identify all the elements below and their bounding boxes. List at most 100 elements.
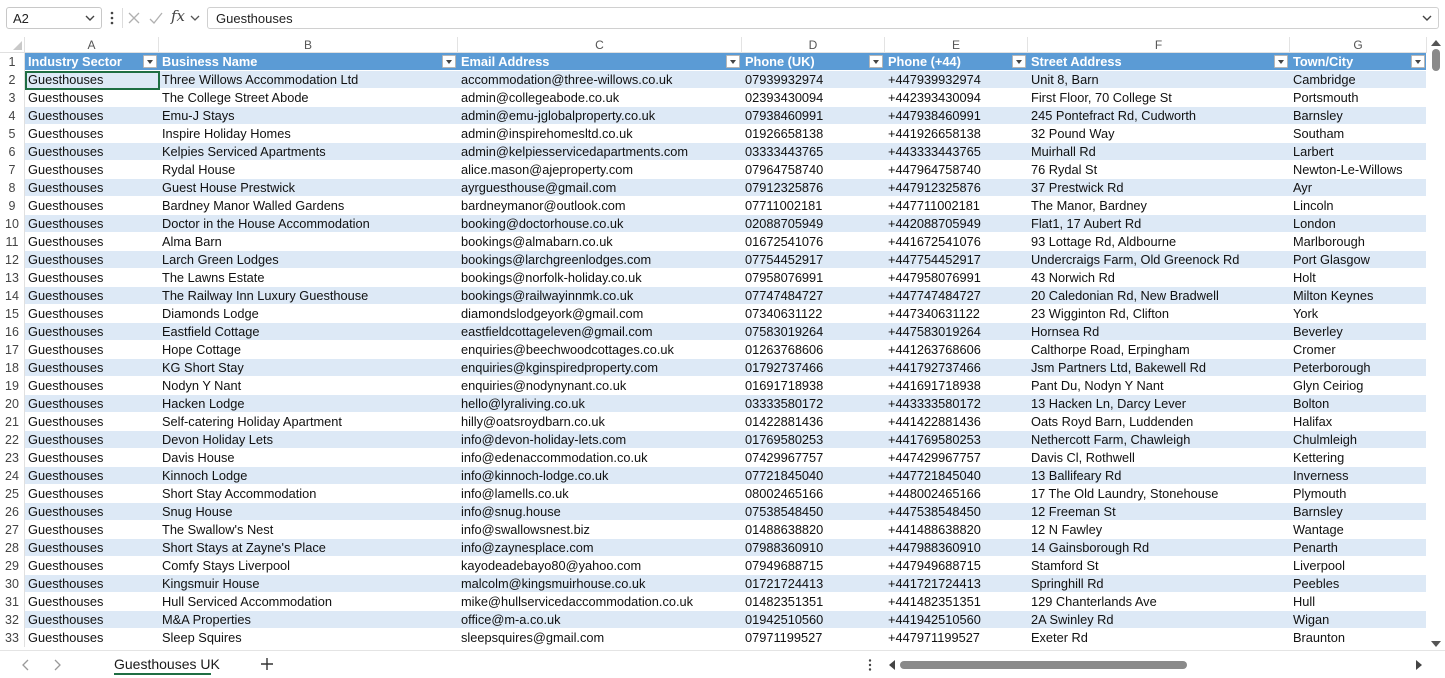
row-number[interactable]: 11 [0,233,25,251]
table-cell[interactable]: admin@kelpiesservicedapartments.com [458,143,742,161]
table-cell[interactable]: alice.mason@ajeproperty.com [458,161,742,179]
table-cell[interactable]: Short Stays at Zayne's Place [159,539,458,557]
table-cell[interactable]: The Railway Inn Luxury Guesthouse [159,287,458,305]
row-number[interactable]: 30 [0,575,25,593]
table-cell[interactable]: Peebles [1290,575,1427,593]
table-cell[interactable]: +442088705949 [885,215,1028,233]
table-cell[interactable]: M&A Properties [159,611,458,629]
table-cell[interactable]: Guesthouses [25,251,159,269]
row-number[interactable]: 13 [0,269,25,287]
table-cell[interactable]: Diamonds Lodge [159,305,458,323]
table-cell[interactable]: Springhill Rd [1028,575,1290,593]
add-sheet-icon[interactable] [259,656,275,672]
table-cell[interactable]: Nodyn Y Nant [159,377,458,395]
table-cell[interactable]: ayrguesthouse@gmail.com [458,179,742,197]
table-cell[interactable]: York [1290,305,1427,323]
table-cell[interactable]: Guesthouses [25,89,159,107]
table-cell[interactable]: Inverness [1290,467,1427,485]
table-cell[interactable]: Nethercott Farm, Chawleigh [1028,431,1290,449]
table-cell[interactable]: 20 Caledonian Rd, New Bradwell [1028,287,1290,305]
column-header-e[interactable]: E [885,37,1028,53]
table-cell[interactable]: 01488638820 [742,521,885,539]
table-cell[interactable]: 129 Chanterlands Ave [1028,593,1290,611]
table-cell[interactable]: Hope Cottage [159,341,458,359]
table-cell[interactable]: +441792737466 [885,359,1028,377]
row-number[interactable]: 2 [0,71,25,89]
column-header-b[interactable]: B [159,37,458,53]
column-title[interactable]: Business Name [159,53,458,71]
table-cell[interactable]: +443333580172 [885,395,1028,413]
table-cell[interactable]: diamondslodgeyork@gmail.com [458,305,742,323]
table-cell[interactable]: Guesthouses [25,125,159,143]
table-cell[interactable]: +447747484727 [885,287,1028,305]
table-cell[interactable]: Guesthouses [25,71,159,89]
table-cell[interactable]: 07583019264 [742,323,885,341]
table-cell[interactable]: Barnsley [1290,503,1427,521]
table-cell[interactable]: booking@doctorhouse.co.uk [458,215,742,233]
table-cell[interactable]: Kelpies Serviced Apartments [159,143,458,161]
column-title[interactable]: Industry Sector [25,53,159,71]
table-cell[interactable]: info@zaynesplace.com [458,539,742,557]
spreadsheet-grid[interactable]: ABCDEFG 1 Industry Sector Business Name Ema… [0,37,1445,650]
column-title[interactable]: Phone (+44) [885,53,1028,71]
row-number[interactable]: 20 [0,395,25,413]
row-number[interactable]: 27 [0,521,25,539]
table-cell[interactable]: Ayr [1290,179,1427,197]
filter-dropdown-icon[interactable] [442,55,456,68]
table-cell[interactable]: 01792737466 [742,359,885,377]
table-cell[interactable]: 07754452917 [742,251,885,269]
table-cell[interactable]: bookings@norfolk-holiday.co.uk [458,269,742,287]
column-title[interactable]: Street Address [1028,53,1290,71]
column-header-a[interactable]: A [25,37,159,53]
table-cell[interactable]: Chulmleigh [1290,431,1427,449]
table-cell[interactable]: Bolton [1290,395,1427,413]
table-cell[interactable]: Alma Barn [159,233,458,251]
formula-input[interactable]: Guesthouses [207,7,1439,29]
table-cell[interactable]: Doctor in the House Accommodation [159,215,458,233]
table-cell[interactable]: Wantage [1290,521,1427,539]
table-cell[interactable]: enquiries@kginspiredproperty.com [458,359,742,377]
table-cell[interactable]: info@kinnoch-lodge.co.uk [458,467,742,485]
table-cell[interactable]: Newton-Le-Willows [1290,161,1427,179]
table-cell[interactable]: +443333443765 [885,143,1028,161]
table-cell[interactable]: 14 Gainsborough Rd [1028,539,1290,557]
select-all-corner[interactable] [0,37,25,53]
table-cell[interactable]: hello@lyraliving.co.uk [458,395,742,413]
row-number[interactable]: 28 [0,539,25,557]
row-number[interactable]: 29 [0,557,25,575]
table-cell[interactable]: bookings@larchgreenlodges.com [458,251,742,269]
table-cell[interactable]: Hacken Lodge [159,395,458,413]
table-cell[interactable]: 32 Pound Way [1028,125,1290,143]
table-cell[interactable]: +441672541076 [885,233,1028,251]
row-number[interactable]: 12 [0,251,25,269]
column-header-f[interactable]: F [1028,37,1290,53]
table-cell[interactable]: 07939932974 [742,71,885,89]
table-cell[interactable]: 01482351351 [742,593,885,611]
table-cell[interactable]: Guesthouses [25,233,159,251]
table-cell[interactable]: +441769580253 [885,431,1028,449]
table-cell[interactable]: Halifax [1290,413,1427,431]
table-cell[interactable]: Southam [1290,125,1427,143]
table-cell[interactable]: Sleep Squires [159,629,458,647]
table-cell[interactable]: Portsmouth [1290,89,1427,107]
table-cell[interactable]: malcolm@kingsmuirhouse.co.uk [458,575,742,593]
horizontal-scroll-thumb[interactable] [900,661,1187,669]
table-cell[interactable]: 07538548450 [742,503,885,521]
table-cell[interactable]: Guesthouses [25,539,159,557]
scroll-up-icon[interactable] [1431,40,1441,46]
table-cell[interactable]: Oats Royd Barn, Luddenden [1028,413,1290,431]
table-cell[interactable]: Snug House [159,503,458,521]
vertical-scroll-thumb[interactable] [1432,49,1440,71]
row-number[interactable]: 26 [0,503,25,521]
table-cell[interactable]: Davis Cl, Rothwell [1028,449,1290,467]
table-cell[interactable]: 03333580172 [742,395,885,413]
column-header-c[interactable]: C [458,37,742,53]
table-cell[interactable]: Inspire Holiday Homes [159,125,458,143]
row-number[interactable]: 23 [0,449,25,467]
scroll-down-icon[interactable] [1431,641,1441,647]
table-cell[interactable]: Guesthouses [25,377,159,395]
filter-dropdown-icon[interactable] [143,55,157,68]
column-header-g[interactable]: G [1290,37,1427,53]
table-cell[interactable]: info@edenaccommodation.co.uk [458,449,742,467]
row-number[interactable]: 19 [0,377,25,395]
